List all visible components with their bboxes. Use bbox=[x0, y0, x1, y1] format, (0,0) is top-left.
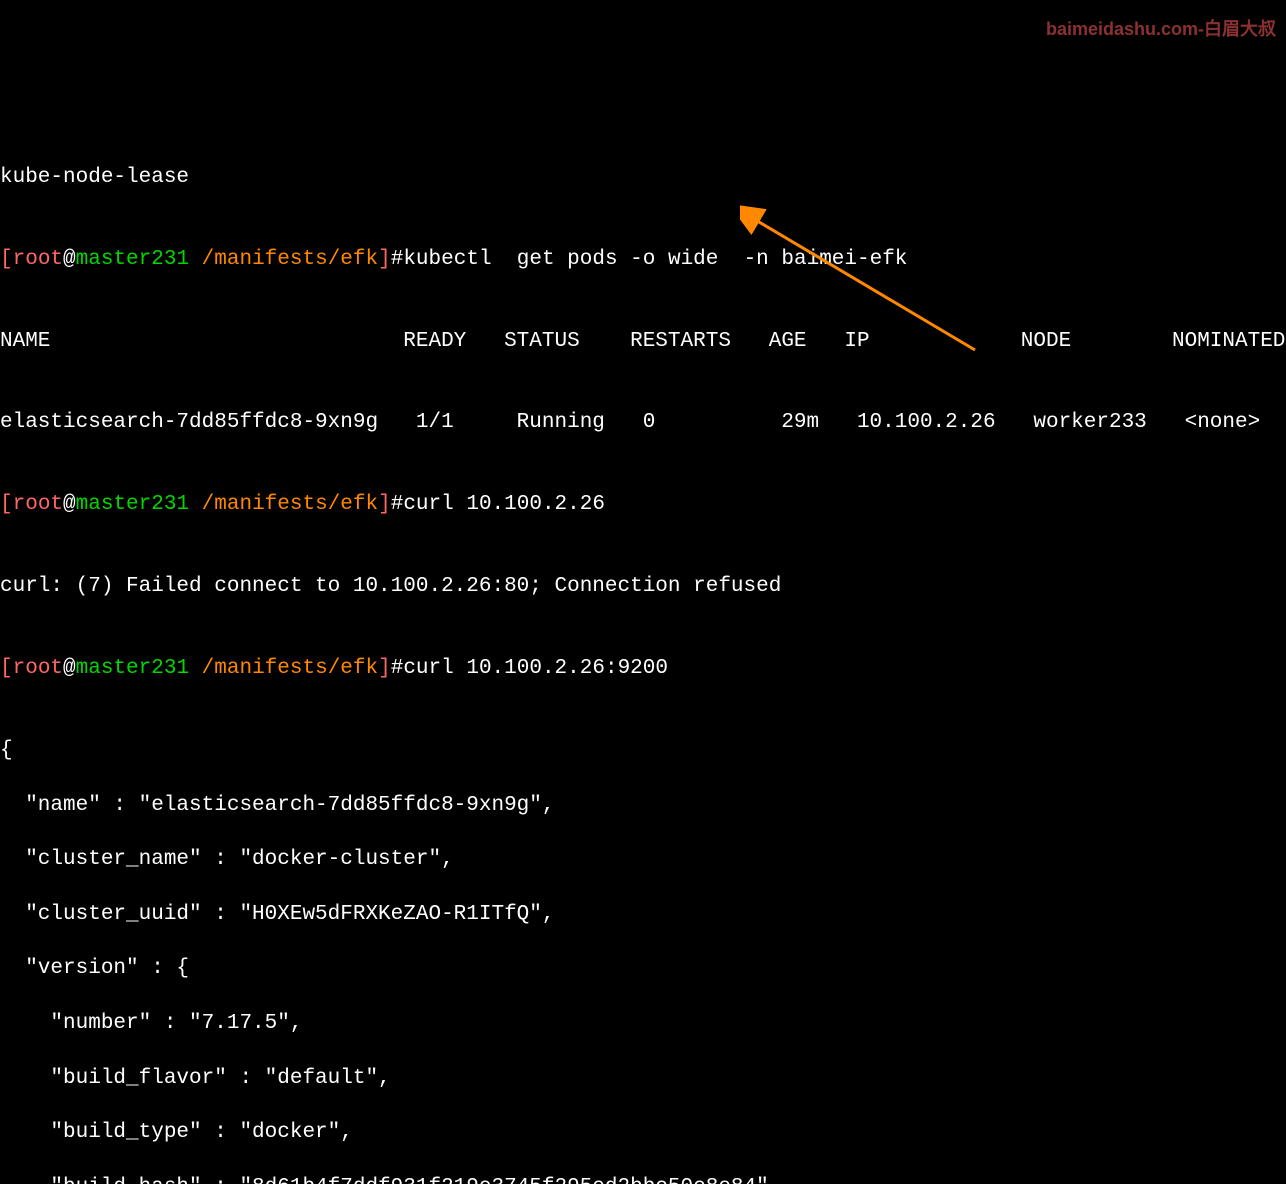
kubectl-data-row: elasticsearch-7dd85ffdc8-9xn9g 1/1 Runni… bbox=[0, 409, 1286, 436]
command-kubectl: kubectl get pods -o wide -n baimei-efk bbox=[403, 248, 907, 271]
json-output-version-open: "version" : { bbox=[0, 955, 1286, 982]
terminal-prompt-line-1: [root@master231 /manifests/efk]#kubectl … bbox=[0, 246, 1286, 273]
json-output-open: { bbox=[0, 737, 1286, 764]
json-output-number: "number" : "7.17.5", bbox=[0, 1010, 1286, 1037]
curl-error-line: curl: (7) Failed connect to 10.100.2.26:… bbox=[0, 573, 1286, 600]
json-output-cluster-name: "cluster_name" : "docker-cluster", bbox=[0, 846, 1286, 873]
watermark-text: baimeidashu.com-白眉大叔 bbox=[1046, 18, 1276, 41]
kubectl-header-row: NAME READY STATUS RESTARTS AGE IP NODE N… bbox=[0, 328, 1286, 355]
command-curl-80: curl 10.100.2.26 bbox=[403, 493, 605, 516]
terminal-line-truncated: kube-node-lease bbox=[0, 164, 1286, 191]
json-output-build-hash: "build_hash" : "8d61b4f7ddf931f219e3745f… bbox=[0, 1174, 1286, 1184]
json-output-build-flavor: "build_flavor" : "default", bbox=[0, 1065, 1286, 1092]
terminal-prompt-line-3: [root@master231 /manifests/efk]#curl 10.… bbox=[0, 655, 1286, 682]
terminal-prompt-line-2: [root@master231 /manifests/efk]#curl 10.… bbox=[0, 491, 1286, 518]
json-output-build-type: "build_type" : "docker", bbox=[0, 1119, 1286, 1146]
json-output-cluster-uuid: "cluster_uuid" : "H0XEw5dFRXKeZAO-R1ITfQ… bbox=[0, 901, 1286, 928]
command-curl-9200: curl 10.100.2.26:9200 bbox=[403, 657, 668, 680]
json-output-name: "name" : "elasticsearch-7dd85ffdc8-9xn9g… bbox=[0, 792, 1286, 819]
